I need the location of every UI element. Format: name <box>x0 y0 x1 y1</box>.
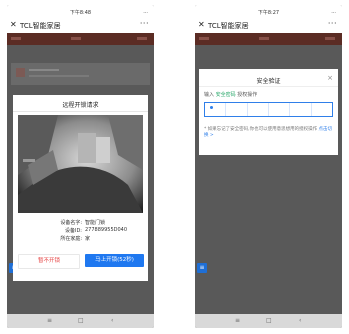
close-icon[interactable]: ✕ <box>198 20 205 29</box>
info-key: 设备名字: <box>60 220 82 226</box>
list-icon[interactable]: ≡ <box>197 263 207 273</box>
status-time: 下午8:27 <box>257 10 280 16</box>
app-title: TCL智能家居 <box>20 22 61 30</box>
system-nav-bar: ≡ □ ‹ <box>195 314 342 328</box>
info-key: 所在家庭: <box>60 236 82 242</box>
dimmed-header <box>195 33 342 45</box>
more-icon[interactable]: ··· <box>328 19 337 28</box>
info-value: 277889955D040 <box>85 227 128 233</box>
close-icon[interactable]: × <box>327 74 333 82</box>
info-value: 智能门锁 <box>85 220 106 226</box>
unlock-request-dialog: 远程开锁请求 设备名字: 智能门锁 设备ID: 277889955D040 所在… <box>13 95 148 281</box>
status-indicators: ... <box>331 9 336 15</box>
left-phone-screen: 下午8:48 ... ✕ TCL智能家居 ··· ≡ 远程开锁请求 <box>7 5 154 328</box>
prompt-highlight: 安全密码 <box>215 92 236 98</box>
system-nav-bar: ≡ □ ‹ <box>7 314 154 328</box>
dimmed-device-card <box>11 63 150 85</box>
app-title-bar: ✕ TCL智能家居 ··· <box>195 18 342 33</box>
recent-apps-icon[interactable]: ≡ <box>235 317 240 324</box>
password-digit-cell[interactable] <box>226 103 248 116</box>
home-icon[interactable]: □ <box>266 317 272 324</box>
recent-apps-icon[interactable]: ≡ <box>47 317 52 324</box>
dimmed-header <box>7 33 154 45</box>
forgot-password-note: * 如果忘记了安全密码,你也可以使用意思想用的授权操作 点击切换 > <box>204 127 333 138</box>
home-icon[interactable]: □ <box>78 317 84 324</box>
password-digit-cell[interactable] <box>290 103 312 116</box>
info-value: 家 <box>85 236 91 242</box>
security-password-input[interactable] <box>204 102 333 117</box>
divider <box>13 111 148 112</box>
info-key: 设备ID: <box>64 228 82 234</box>
security-verification-sheet: 安全验证 × 输入 安全密码 授权操作 * 如果忘记了安全密码,你也可以使用意思… <box>199 69 338 155</box>
status-bar: 下午8:27 ... <box>195 5 342 18</box>
password-digit-cell[interactable] <box>205 103 227 116</box>
password-digit-cell[interactable] <box>248 103 269 116</box>
back-icon[interactable]: ‹ <box>111 317 113 324</box>
password-digit-cell[interactable] <box>269 103 291 116</box>
app-title-bar: ✕ TCL智能家居 ··· <box>7 18 154 33</box>
status-indicators: ... <box>143 9 148 15</box>
password-prompt: 输入 安全密码 授权操作 <box>204 92 258 98</box>
right-phone-screen: 下午8:27 ... ✕ TCL智能家居 ··· 安全验证 × 输入 安全密码 … <box>195 5 342 328</box>
password-digit-cell[interactable] <box>312 103 332 116</box>
status-time: 下午8:48 <box>69 10 92 16</box>
status-bar: 下午8:48 ... <box>7 5 154 18</box>
dialog-title: 远程开锁请求 <box>62 102 99 109</box>
close-icon[interactable]: ✕ <box>10 20 17 29</box>
app-title: TCL智能家居 <box>208 22 249 30</box>
back-icon[interactable]: ‹ <box>299 317 301 324</box>
sheet-title: 安全验证 <box>256 78 281 85</box>
more-icon[interactable]: ··· <box>140 19 149 28</box>
reject-unlock-button[interactable]: 暂不开锁 <box>18 254 80 269</box>
divider <box>199 86 338 87</box>
accept-unlock-button[interactable]: 马上开锁(52秒) <box>85 254 144 267</box>
camera-snapshot <box>18 115 143 213</box>
